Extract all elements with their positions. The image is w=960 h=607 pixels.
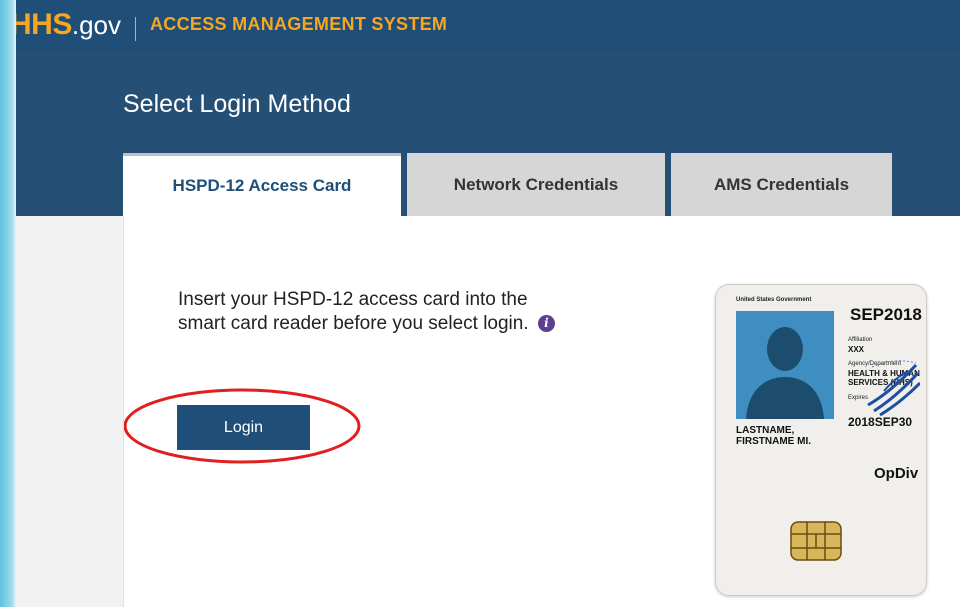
card-photo bbox=[736, 311, 834, 419]
card-affiliation: XXX bbox=[848, 345, 865, 354]
tab-hspd12-access-card[interactable]: HSPD-12 Access Card bbox=[123, 153, 401, 216]
person-silhouette-icon bbox=[746, 327, 824, 419]
hspd12-card-illustration: United States Government SEP2018 Affilia… bbox=[715, 284, 927, 596]
brand-divider bbox=[135, 17, 136, 41]
site-header: HHS .gov ACCESS MANAGEMENT SYSTEM bbox=[16, 0, 960, 52]
page-title: Select Login Method bbox=[123, 90, 351, 118]
login-button[interactable]: Login bbox=[177, 405, 310, 450]
card-gov-label: United States Government bbox=[736, 297, 812, 303]
instructions-body: Insert your HSPD-12 access card into the… bbox=[178, 289, 529, 334]
smart-card-chip-icon bbox=[790, 521, 842, 561]
card-name-line2: FIRSTNAME MI. bbox=[736, 436, 811, 447]
brand-hhs: HHS bbox=[16, 8, 72, 41]
instructions-text: Insert your HSPD-12 access card into the… bbox=[178, 288, 558, 336]
card-name-line1: LASTNAME, bbox=[736, 425, 795, 436]
card-affiliation-label: Affiliation bbox=[848, 337, 873, 343]
login-panel: Insert your HSPD-12 access card into the… bbox=[123, 216, 960, 607]
card-expires: 2018SEP30 bbox=[848, 415, 913, 429]
tab-label: Network Credentials bbox=[453, 174, 619, 194]
tab-label: AMS Credentials bbox=[713, 174, 850, 194]
info-icon[interactable]: i bbox=[537, 315, 555, 333]
brand-gov: .gov bbox=[71, 10, 121, 40]
card-opdiv: OpDiv bbox=[874, 465, 919, 482]
card-name: LASTNAME, FIRSTNAME MI. bbox=[736, 425, 811, 447]
card-expiry: SEP2018 bbox=[850, 305, 922, 324]
app-frame: HHS .gov ACCESS MANAGEMENT SYSTEM Select… bbox=[16, 0, 960, 607]
tab-ams-credentials[interactable]: AMS Credentials bbox=[671, 153, 892, 216]
hhs-eagle-seal-icon bbox=[867, 360, 920, 417]
login-header-band: Select Login Method HSPD-12 Access Card … bbox=[16, 52, 960, 216]
tab-network-credentials[interactable]: Network Credentials bbox=[407, 153, 665, 216]
hhs-logo[interactable]: HHS .gov ACCESS MANAGEMENT SYSTEM bbox=[16, 8, 447, 42]
system-title: ACCESS MANAGEMENT SYSTEM bbox=[150, 14, 448, 34]
tab-label: HSPD-12 Access Card bbox=[172, 176, 352, 195]
